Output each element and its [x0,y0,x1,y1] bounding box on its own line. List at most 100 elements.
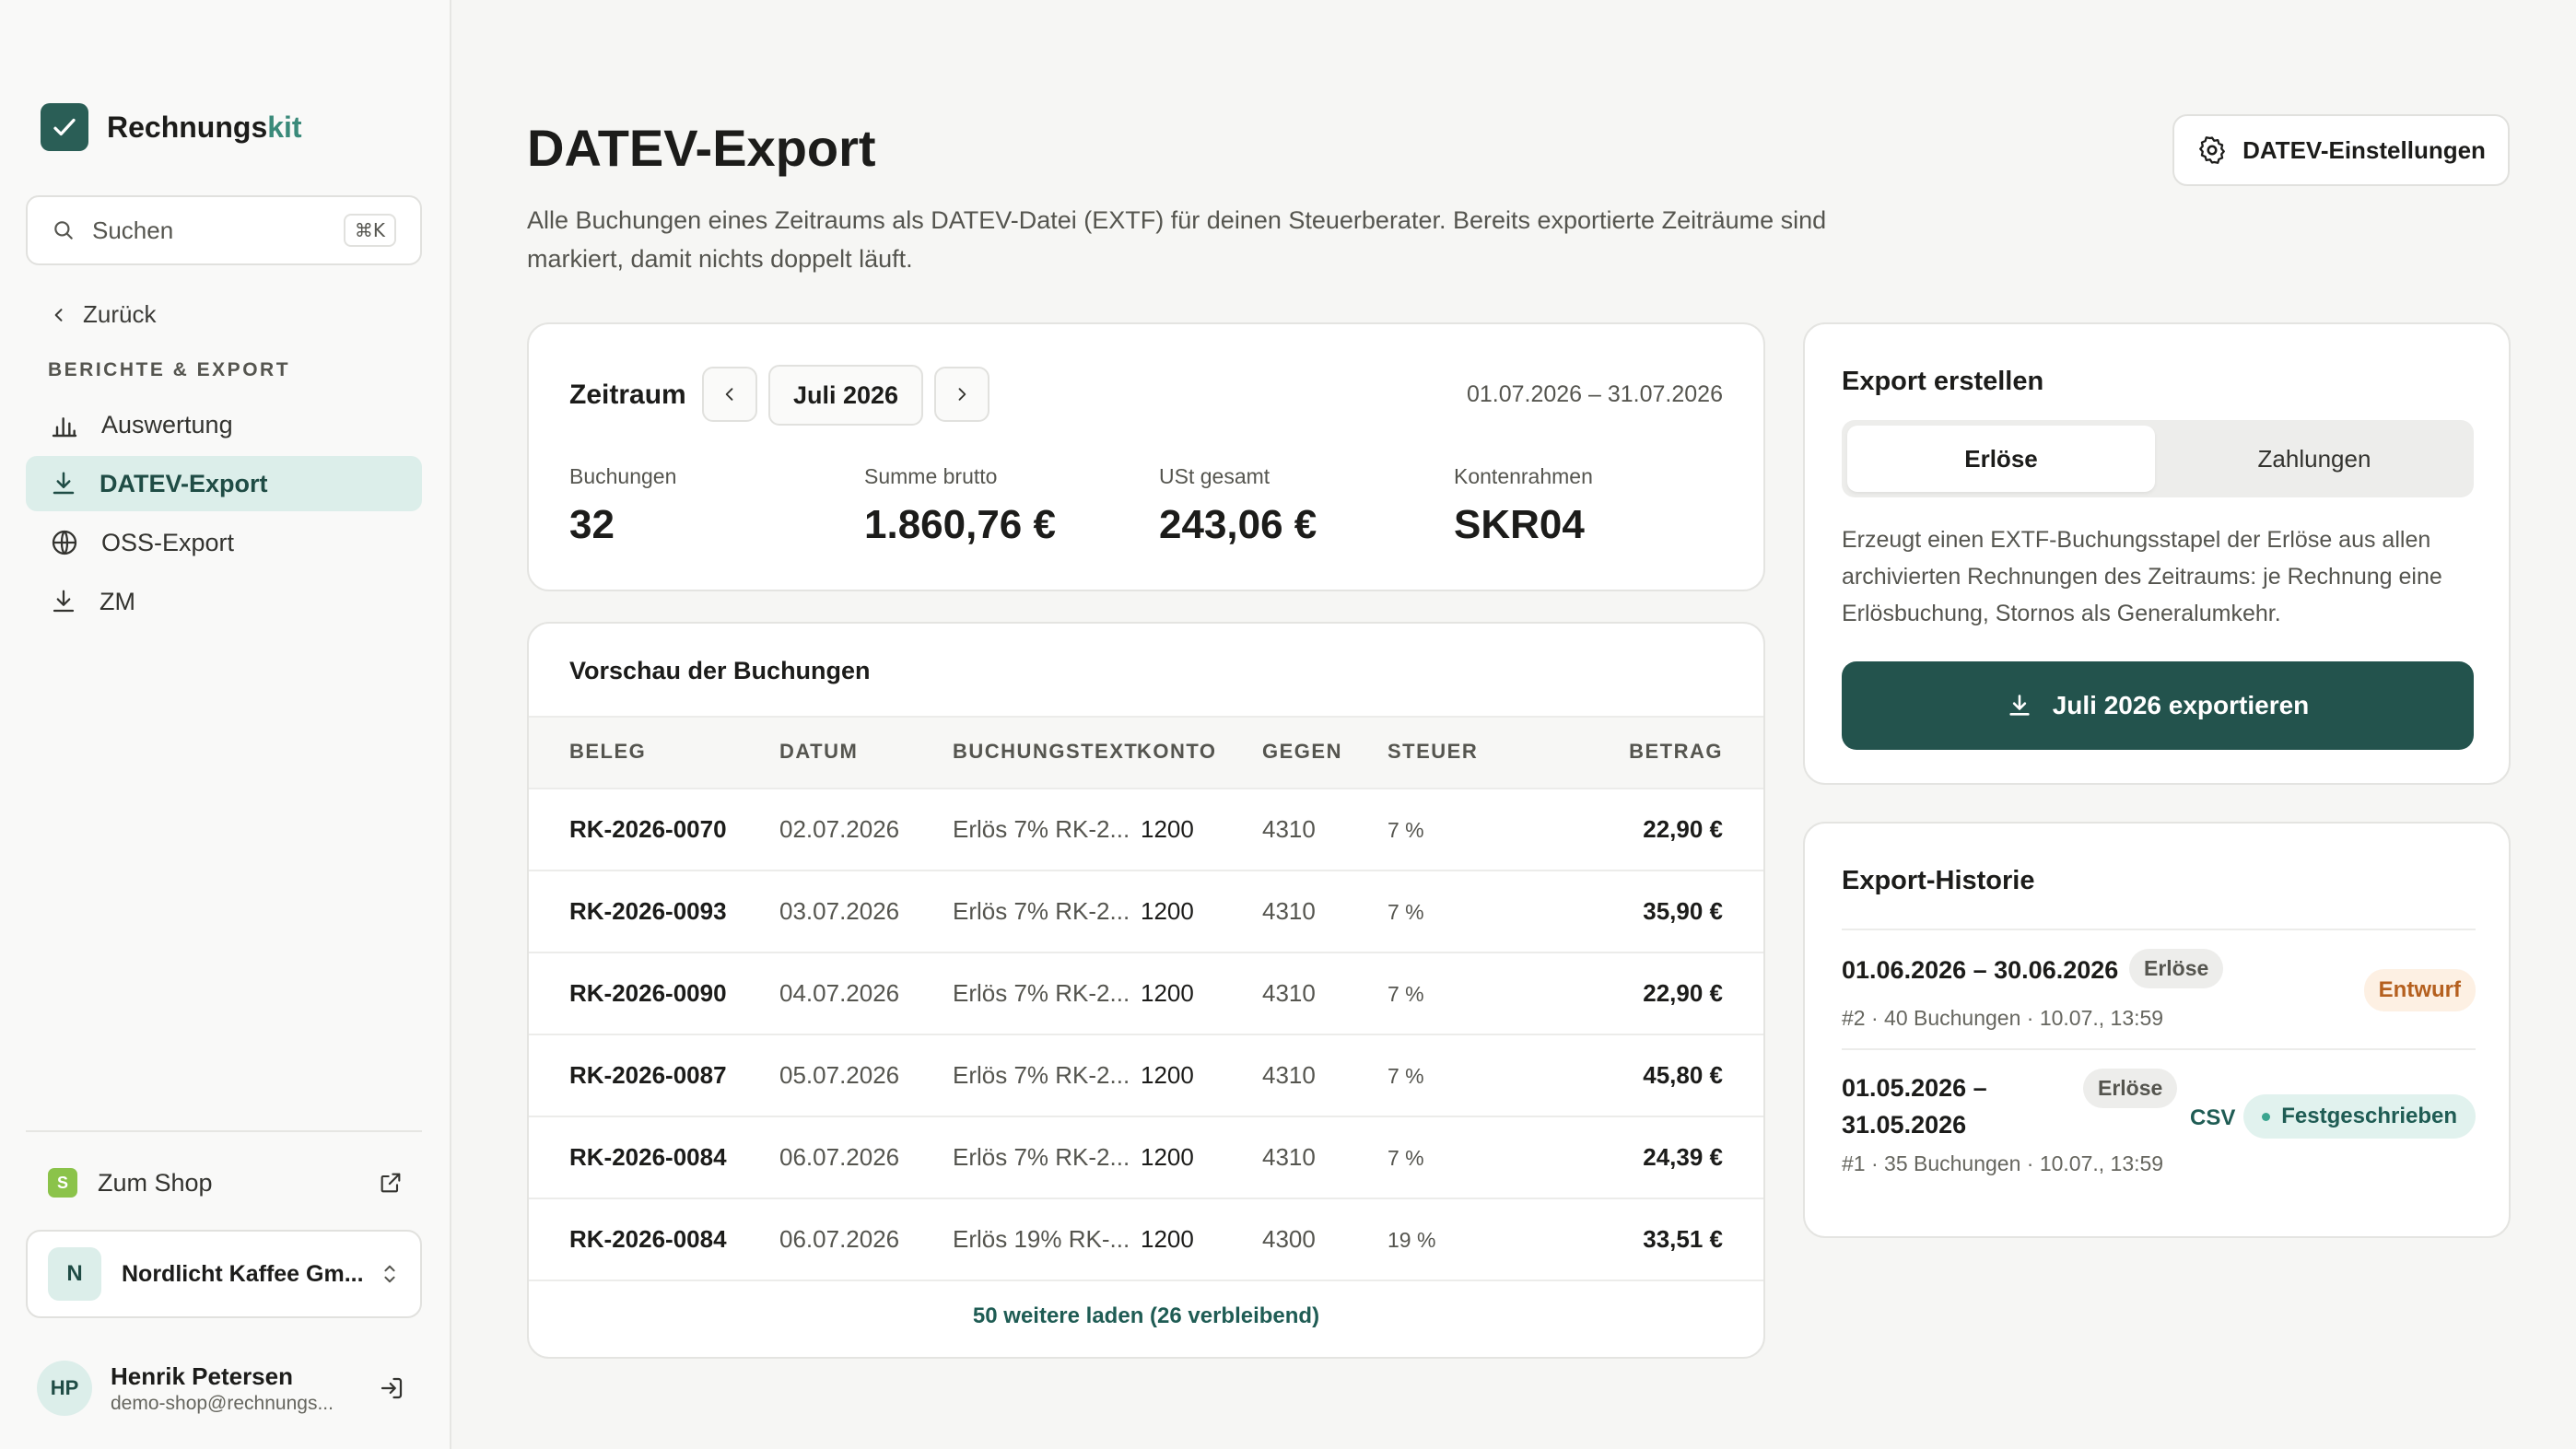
export-button[interactable]: Juli 2026 exportieren [1842,661,2474,750]
table-row: RK-2026-0090 04.07.2026 Erlös 7% RK-2... 12… [529,953,1763,1035]
column-header-buchungstext: BUCHUNGSTEXT [953,740,1139,763]
cell-konto: 1200 [1141,815,1194,843]
cell-konto: 1200 [1141,1143,1194,1171]
user-name: Henrik Petersen [111,1361,293,1390]
sidebar-item-oss-export[interactable]: OSS-Export [26,515,422,570]
history-meta: #2 · 40 Buchungen · 10.07., 13:59 [1842,1006,2164,1030]
stat-value: 1.860,76 € [864,502,1056,547]
tab-zahlungen[interactable]: Zahlungen [2160,426,2468,492]
export-card: Export erstellen Erlöse Zahlungen Erzeug… [1803,322,2511,785]
column-header-konto: KONTO [1137,740,1217,763]
sidebar-item-label: ZM [100,587,135,615]
cell-gegen: 4310 [1262,1061,1316,1089]
next-month-button[interactable] [934,367,989,422]
checkmark-logo-icon [41,103,88,151]
sidebar-item-label: DATEV-Export [100,469,268,497]
table-row: RK-2026-0084 06.07.2026 Erlös 19% RK-... 12… [529,1199,1763,1281]
logout-icon[interactable] [378,1374,405,1402]
sidebar-item-zm[interactable]: ZM [26,574,422,629]
column-header-steuer: STEUER [1388,740,1479,763]
cell-buchungstext: Erlös 7% RK-2... [953,1143,1130,1171]
stat-value: 32 [569,502,615,547]
globe-icon [52,530,77,555]
previous-month-button[interactable] [702,367,757,422]
search-label: Suchen [92,216,174,244]
shop-link[interactable]: S Zum Shop [48,1168,404,1198]
stat-label: USt gesamt [1159,464,1270,488]
sidebar-item-datev-export[interactable]: DATEV-Export [26,456,422,511]
stat-buchungen: Buchungen 32 [569,464,676,548]
table-row: RK-2026-0087 05.07.2026 Erlös 7% RK-2... 12… [529,1035,1763,1117]
chevron-right-icon [958,388,966,401]
history-item[interactable]: 01.06.2026 – 30.06.2026 Erlöse #2 · 40 B… [1842,929,2476,1056]
period-card: Zeitraum Juli 2026 01.07.2026 – 31.07.20… [527,322,1765,591]
cell-konto: 1200 [1141,897,1194,925]
export-type-toggle: Erlöse Zahlungen [1842,420,2474,497]
history-meta: #1 · 35 Buchungen · 10.07., 13:59 [1842,1151,2164,1175]
cell-beleg: RK-2026-0084 [569,1143,727,1171]
status-badge: Entwurf [2363,969,2476,1011]
download-icon [53,472,75,495]
cell-buchungstext: Erlös 7% RK-2... [953,897,1130,925]
search-input[interactable]: Suchen ⌘K [26,195,422,265]
stat-label: Buchungen [569,464,677,488]
period-label: Zeitraum [569,380,686,410]
bar-chart-icon [52,417,77,438]
sidebar-item-label: Auswertung [101,410,233,438]
avatar: HP [37,1361,92,1416]
load-more-link[interactable]: 50 weitere laden (26 verbleibend) [529,1303,1763,1329]
status-badge: Festgeschrieben [2243,1094,2476,1139]
cell-steuer: 7 % [1388,900,1424,924]
format-label: CSV [2190,1105,2236,1130]
cell-betrag: 22,90 € [1643,979,1723,1007]
page-title: DATEV-Export [527,119,876,177]
cell-buchungstext: Erlös 7% RK-2... [953,815,1130,843]
history-item[interactable]: 01.05.2026 – 31.05.2026 Erlöse CSV Festg… [1842,1048,2476,1214]
search-shortcut: ⌘K [343,214,396,247]
month-selector[interactable]: Juli 2026 [768,365,923,426]
export-description: Erzeugt einen EXTF-Buchungsstapel der Er… [1842,527,2442,626]
table-header: BELEG DATUM BUCHUNGSTEXT KONTO GEGEN STE… [529,716,1763,789]
chevron-left-icon [725,388,733,401]
org-avatar: N [48,1247,101,1301]
sidebar-item-auswertung[interactable]: Auswertung [26,397,422,452]
shop-label: Zum Shop [98,1168,213,1197]
table-row: RK-2026-0084 06.07.2026 Erlös 7% RK-2... 12… [529,1117,1763,1199]
brand[interactable]: Rechnungskit [41,103,302,151]
stat-summe-brutto: Summe brutto 1.860,76 € [864,464,1056,548]
table-row: RK-2026-0070 02.07.2026 Erlös 7% RK-2... 12… [529,789,1763,871]
cell-beleg: RK-2026-0090 [569,979,727,1007]
settings-label: DATEV-Einstellungen [2242,135,2486,164]
external-link-icon [381,1173,401,1193]
sidebar: Rechnungskit Suchen ⌘K Zurück BERICHTE &… [0,0,451,1449]
sidebar-item-label: OSS-Export [101,528,235,556]
cell-gegen: 4310 [1262,979,1316,1007]
cell-beleg: RK-2026-0093 [569,897,727,925]
cell-konto: 1200 [1141,1061,1194,1089]
stat-value: SKR04 [1454,502,1585,547]
cell-betrag: 45,80 € [1643,1061,1723,1089]
column-header-beleg: BELEG [569,740,647,763]
cell-steuer: 7 % [1388,982,1424,1006]
cell-steuer: 19 % [1388,1228,1436,1252]
download-icon [53,590,75,613]
history-range: 01.06.2026 – 30.06.2026 [1842,956,2119,984]
cell-konto: 1200 [1141,979,1194,1007]
cell-steuer: 7 % [1388,1064,1424,1088]
brand-name: Rechnungskit [107,110,302,144]
export-button-label: Juli 2026 exportieren [2052,691,2310,719]
cell-gegen: 4300 [1262,1225,1316,1253]
organization-switcher[interactable]: N Nordlicht Kaffee Gm... [26,1230,422,1318]
cell-buchungstext: Erlös 7% RK-2... [953,1061,1130,1089]
stat-label: Kontenrahmen [1454,464,1593,488]
datev-settings-button[interactable]: DATEV-Einstellungen [2172,114,2510,186]
stat-ust-gesamt: USt gesamt 243,06 € [1159,464,1317,548]
shop-badge: S [48,1168,77,1198]
cell-gegen: 4310 [1262,815,1316,843]
cell-betrag: 35,90 € [1643,897,1723,925]
cell-konto: 1200 [1141,1225,1194,1253]
tab-erloese[interactable]: Erlöse [1847,426,2155,492]
download-icon [2009,695,2030,716]
back-link[interactable]: Zurück [50,300,156,329]
cell-gegen: 4310 [1262,897,1316,925]
